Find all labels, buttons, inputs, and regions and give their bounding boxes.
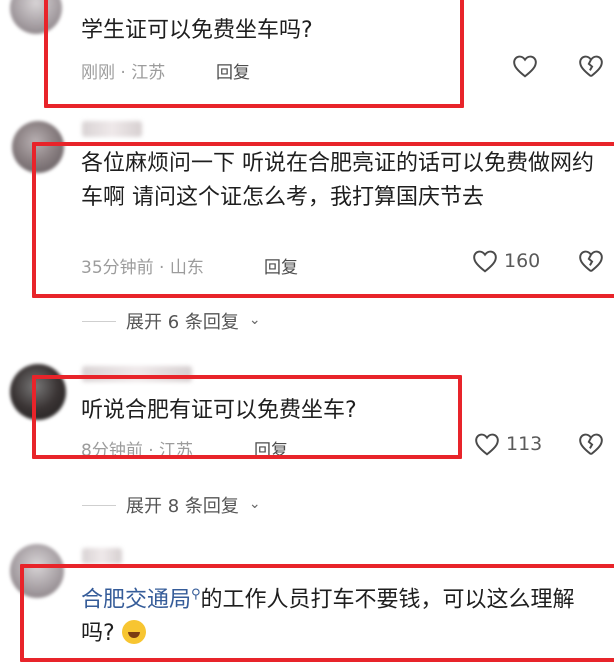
reply-button[interactable]: 回复 xyxy=(264,253,298,278)
avatar[interactable] xyxy=(12,121,64,173)
comment-time: 35分钟前 xyxy=(81,258,154,278)
comment-text: 各位麻烦问一下 听说在合肥亮证的话可以免费做网约车啊 请问这个证怎么考，我打算国… xyxy=(81,151,594,210)
comment-meta: 刚刚 · 江苏 xyxy=(81,58,165,83)
divider-line xyxy=(82,504,116,506)
meta-separator: · xyxy=(148,441,154,461)
comment-3: 听说合肥有证可以免费坐车? 8分钟前 · 江苏 回复 113 展开 8 条回复 … xyxy=(0,360,614,530)
broken-heart-icon xyxy=(579,250,603,273)
broken-heart-icon xyxy=(579,433,603,456)
search-icon[interactable]: ⚲ xyxy=(191,587,201,602)
comment-1: 学生证可以免费坐车吗? 刚刚 · 江苏 回复 xyxy=(0,0,614,110)
like-count: 113 xyxy=(506,433,543,455)
broken-heart-icon xyxy=(579,55,603,78)
expand-replies-button[interactable]: 展开 8 条回复 ⌄ xyxy=(82,492,261,518)
comment-location: 江苏 xyxy=(131,63,166,83)
comment-2: 各位麻烦问一下 听说在合肥亮证的话可以免费做网约车啊 请问这个证怎么考，我打算国… xyxy=(0,115,614,345)
like-button[interactable]: 160 xyxy=(472,249,540,273)
chevron-down-icon: ⌄ xyxy=(248,312,261,328)
expand-replies-label: 展开 8 条回复 xyxy=(126,496,239,517)
comment-meta: 8分钟前 · 江苏 xyxy=(81,436,193,461)
comment-text: 听说合肥有证可以免费坐车? xyxy=(81,398,357,423)
username-blurred[interactable] xyxy=(82,548,122,564)
heart-outline-icon xyxy=(475,433,499,456)
divider-line xyxy=(82,320,116,322)
comment-text: 学生证可以免费坐车吗? xyxy=(81,18,313,43)
reply-button[interactable]: 回复 xyxy=(216,58,250,83)
comment-time: 8分钟前 xyxy=(81,441,143,461)
chevron-down-icon: ⌄ xyxy=(248,496,261,512)
reply-button[interactable]: 回复 xyxy=(254,436,288,461)
meta-separator: · xyxy=(159,258,165,278)
topic-link[interactable]: 合肥交通局 xyxy=(81,587,191,612)
comment-text: 合肥交通局⚲的工作人员打车不要钱，可以这么理解吗? xyxy=(81,578,601,651)
heart-outline-icon xyxy=(473,250,497,273)
username-blurred[interactable] xyxy=(82,121,142,137)
comment-location: 山东 xyxy=(169,258,204,278)
meta-separator: · xyxy=(120,63,126,83)
comment-meta: 35分钟前 · 山东 xyxy=(81,253,204,278)
like-count: 160 xyxy=(504,250,541,272)
comment-4: 合肥交通局⚲的工作人员打车不要钱，可以这么理解吗? xyxy=(0,540,614,646)
dislike-button[interactable] xyxy=(578,54,604,78)
like-button[interactable] xyxy=(512,54,538,78)
comment-time: 刚刚 xyxy=(81,63,115,83)
expand-replies-label: 展开 6 条回复 xyxy=(126,312,239,333)
dislike-button[interactable] xyxy=(578,249,604,273)
username-blurred[interactable] xyxy=(82,366,192,382)
like-button[interactable]: 113 xyxy=(474,432,542,456)
comment-location: 江苏 xyxy=(159,441,194,461)
avatar[interactable] xyxy=(10,544,64,598)
expand-replies-button[interactable]: 展开 6 条回复 ⌄ xyxy=(82,308,261,334)
avatar[interactable] xyxy=(10,0,62,34)
dislike-button[interactable] xyxy=(578,432,604,456)
avatar[interactable] xyxy=(10,364,66,420)
grinning-sweat-emoji-icon xyxy=(121,620,146,645)
heart-outline-icon xyxy=(513,55,537,78)
